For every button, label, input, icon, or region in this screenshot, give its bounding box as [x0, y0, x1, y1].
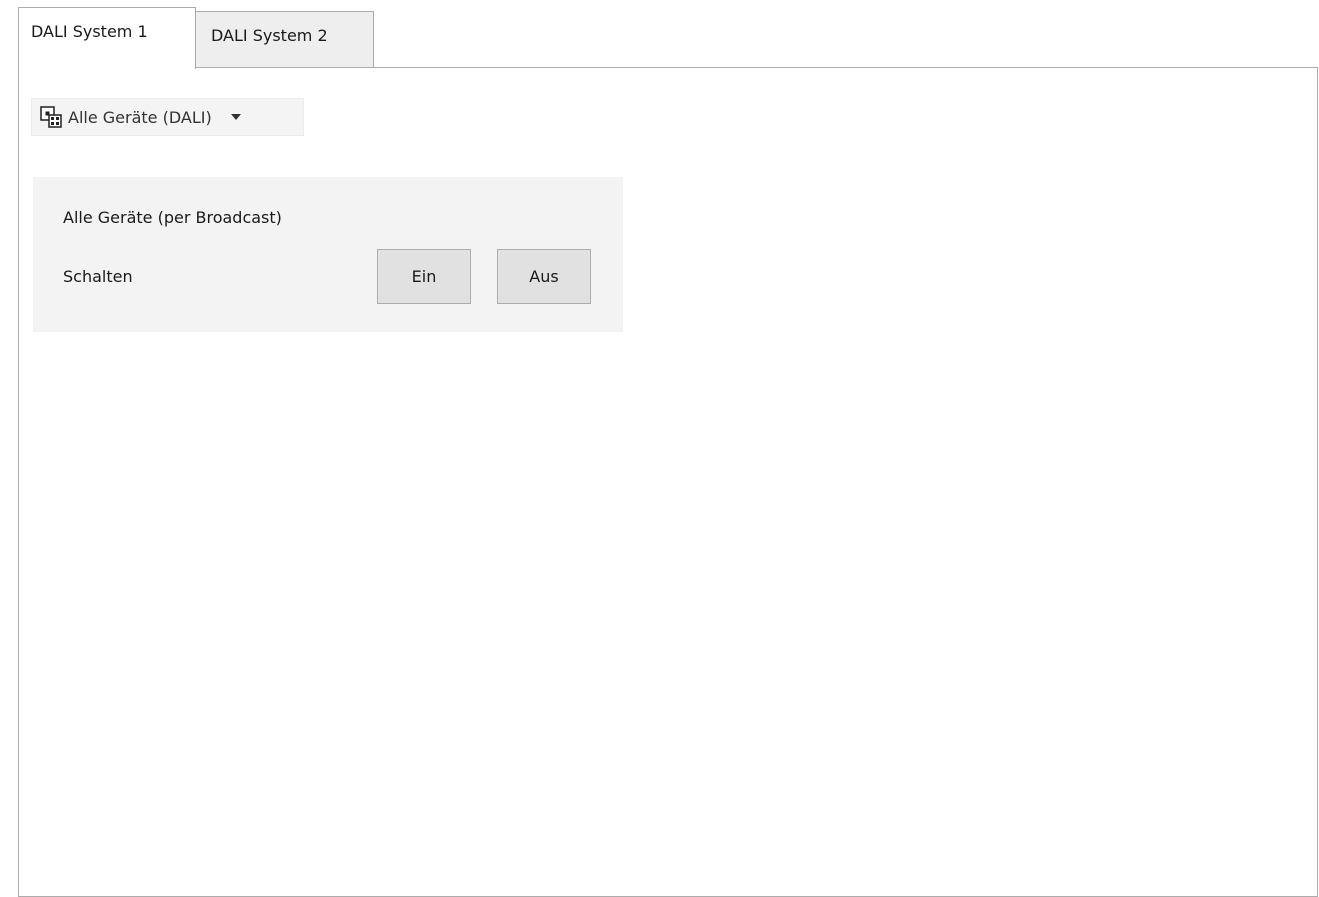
tab-content-panel: Alle Geräte (DALI) Alle Geräte (per Broa… — [18, 67, 1318, 897]
device-group-icon — [40, 106, 62, 128]
tab-dali-system-2[interactable]: DALI System 2 — [195, 11, 374, 68]
chevron-down-icon — [230, 114, 241, 120]
switch-on-button[interactable]: Ein — [377, 249, 471, 304]
tab-label: DALI System 1 — [31, 22, 148, 41]
tab-dali-system-1[interactable]: DALI System 1 — [18, 7, 196, 69]
device-selector-value: Alle Geräte (DALI) — [68, 107, 212, 127]
broadcast-group-box: Alle Geräte (per Broadcast) Schalten Ein… — [33, 177, 623, 332]
device-selector-dropdown[interactable]: Alle Geräte (DALI) — [31, 98, 304, 136]
switch-row-label: Schalten — [63, 267, 133, 286]
broadcast-group-title: Alle Geräte (per Broadcast) — [63, 208, 282, 227]
tab-label: DALI System 2 — [211, 26, 328, 45]
switch-off-button[interactable]: Aus — [497, 249, 591, 304]
